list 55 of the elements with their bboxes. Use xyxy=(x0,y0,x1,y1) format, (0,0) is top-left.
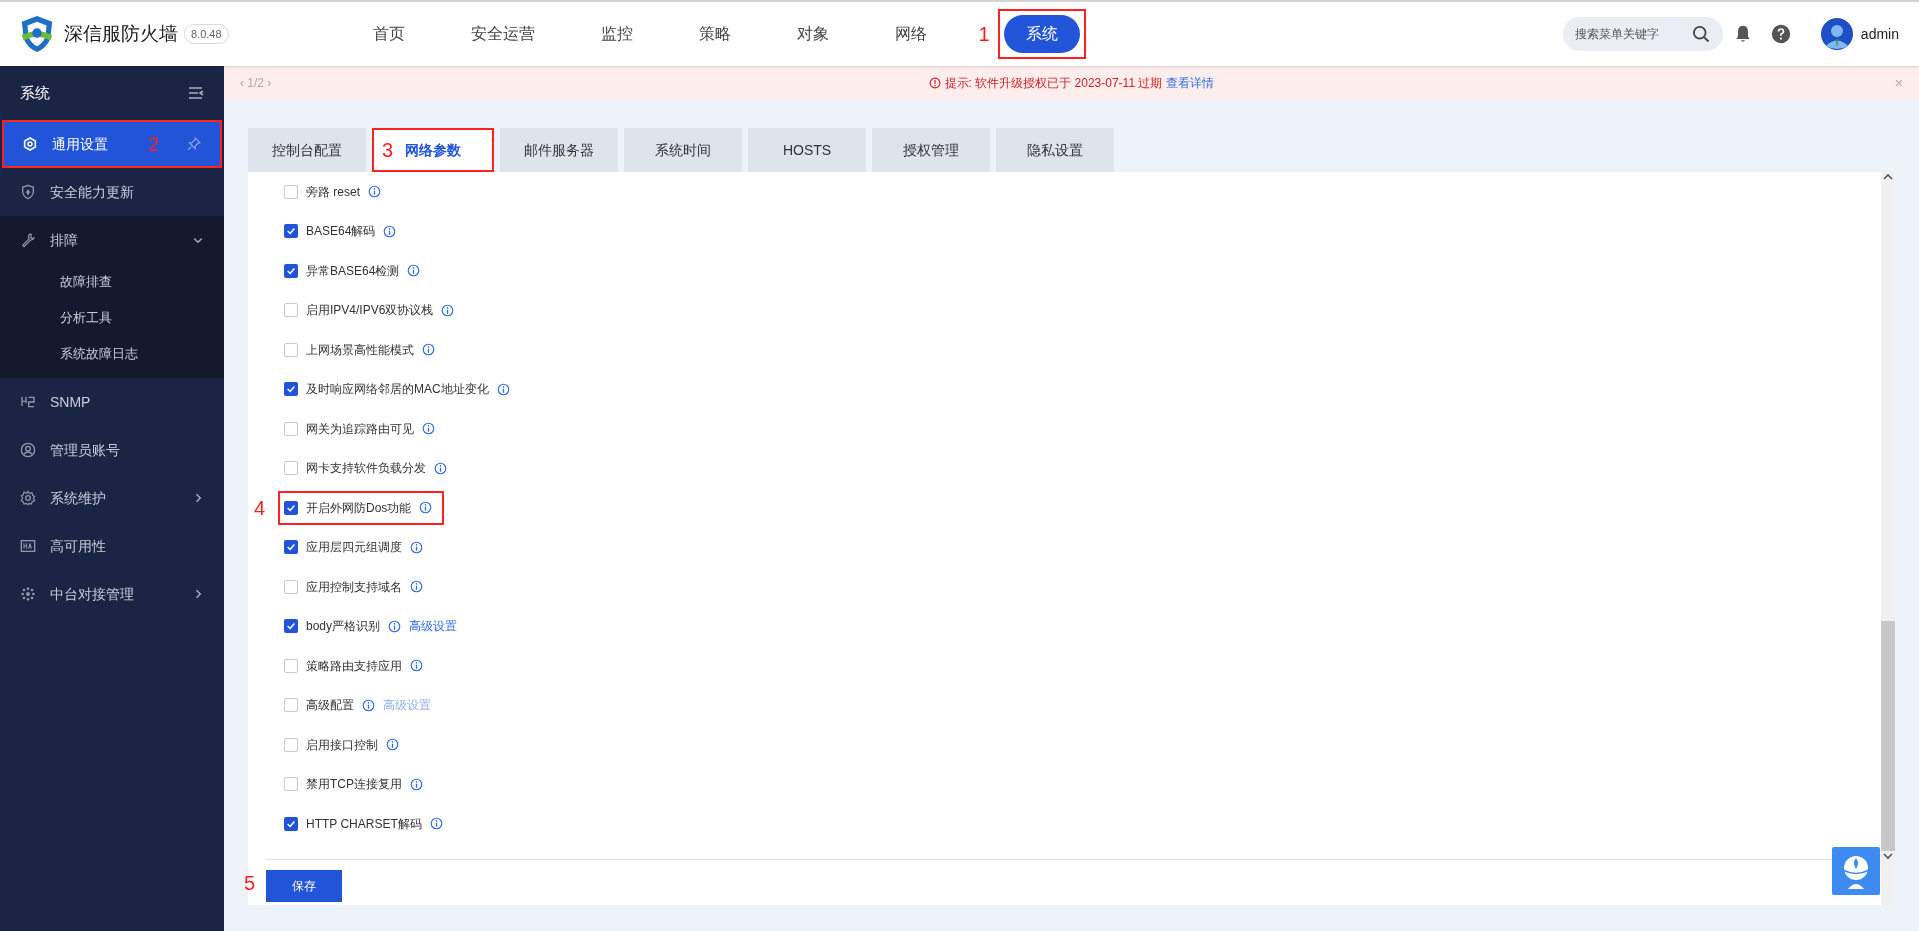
sidebar-item[interactable]: 高可用性 xyxy=(0,522,224,570)
sidebar-item[interactable]: 排障 xyxy=(0,216,224,264)
annotation-number: 1 xyxy=(978,24,990,44)
checkbox-label: 策略路由支持应用 xyxy=(306,657,402,675)
sidebar-item[interactable]: 管理员账号 xyxy=(0,426,224,474)
notice-text: 提示: 软件升级授权已于 2023-07-11 过期 xyxy=(944,75,1163,92)
checkbox-label: 旁路 reset xyxy=(306,183,360,201)
checkbox-label: 网卡支持软件负载分发 xyxy=(306,460,426,478)
checkbox-label: 开启外网防Dos功能 xyxy=(306,499,412,517)
nav-tab[interactable]: 策略 xyxy=(684,15,745,53)
sidebar-item[interactable]: 通用设置 2 xyxy=(2,120,222,168)
nav-tab[interactable]: 系统 xyxy=(1003,15,1080,53)
sidebar-item[interactable]: 中台对接管理 xyxy=(0,570,224,618)
annotation-number: 2 xyxy=(148,134,160,154)
checkbox-label: BASE64解码 xyxy=(306,223,376,241)
tab[interactable]: HOSTS xyxy=(748,128,866,172)
sidebar-subitem[interactable]: 故障排查 xyxy=(0,264,224,300)
checkbox-label: 网关为追踪路由可见 xyxy=(306,420,414,438)
tab[interactable]: 授权管理 xyxy=(872,128,990,172)
checkbox-label: 禁用TCP连接复用 xyxy=(306,776,402,794)
search-field[interactable]: 搜索菜单关键字 xyxy=(1562,17,1723,51)
nav-tab[interactable]: 对象 xyxy=(782,15,843,53)
annotation-number: 3 xyxy=(382,140,394,160)
sidebar-subitem[interactable]: 分析工具 xyxy=(0,300,224,336)
nav-tab[interactable]: 网络 xyxy=(880,15,941,53)
checkbox-label: 启用IPV4/IPV6双协议栈 xyxy=(306,302,434,320)
checkbox-label: 及时响应网络邻居的MAC地址变化 xyxy=(306,381,489,399)
sidebar-item[interactable]: 系统维护 xyxy=(0,474,224,522)
checkbox-label: 上网场景高性能模式 xyxy=(306,341,414,359)
annotation-number: 5 xyxy=(244,872,256,893)
user-name[interactable]: admin xyxy=(1860,23,1899,45)
tab[interactable]: 邮件服务器 xyxy=(500,128,618,172)
advanced-settings-link[interactable]: 高级设置 xyxy=(409,617,458,636)
nav-tab[interactable]: 首页 xyxy=(358,15,419,53)
sidebar-item[interactable]: SNMP xyxy=(0,378,224,426)
sidebar-title: 系统 xyxy=(20,82,50,103)
save-button[interactable]: 保存 xyxy=(266,869,342,902)
checkbox-label: 高级配置 xyxy=(306,697,354,715)
tab[interactable]: 控制台配置 xyxy=(248,128,366,172)
checkbox-label: 异常BASE64检测 xyxy=(306,262,400,280)
tab[interactable]: 系统时间 xyxy=(624,128,742,172)
checkbox-label: 应用层四元组调度 xyxy=(306,539,402,557)
tab[interactable]: 隐私设置 xyxy=(996,128,1114,172)
checkbox-label: 启用接口控制 xyxy=(306,736,378,754)
details-link[interactable]: 查看详情 xyxy=(1166,74,1215,92)
checkbox-label: body严格识别 xyxy=(306,618,381,636)
sidebar-item[interactable]: 安全能力更新 xyxy=(0,168,224,216)
sidebar-subitem[interactable]: 系统故障日志 xyxy=(0,336,224,372)
checkbox-label: HTTP CHARSET解码 xyxy=(306,815,422,833)
nav-tab[interactable]: 安全运营 xyxy=(456,15,549,53)
annotation-number: 4 xyxy=(254,497,266,518)
checkbox-label: 应用控制支持域名 xyxy=(306,578,402,596)
nav-tab[interactable]: 监控 xyxy=(586,15,647,53)
tab[interactable]: 3 网络参数 xyxy=(372,128,494,172)
brand-title: 深信服防火墙 xyxy=(64,21,178,46)
